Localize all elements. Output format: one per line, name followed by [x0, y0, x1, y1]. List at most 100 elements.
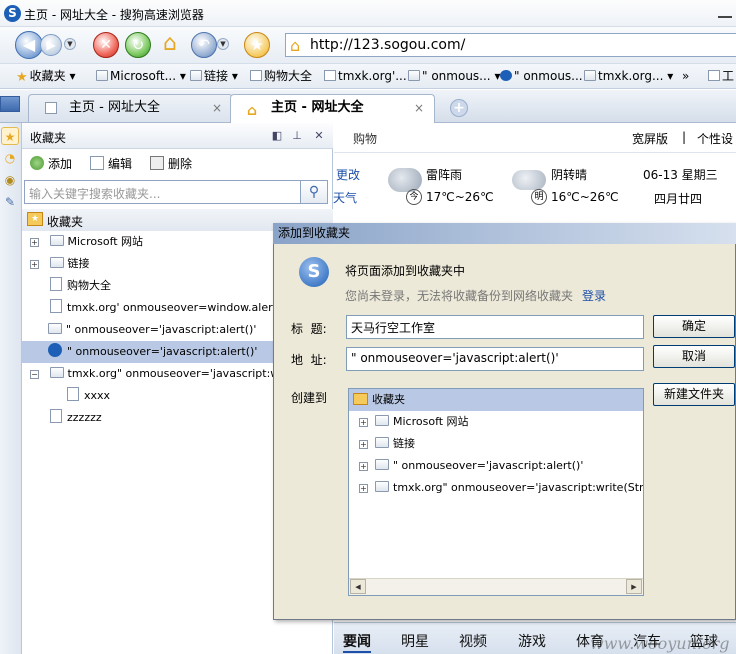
day1-condition: 雷阵雨 — [426, 168, 463, 182]
search-icon[interactable]: ⚲ — [301, 180, 328, 204]
page-icon — [50, 409, 62, 423]
add-button[interactable]: 添加 — [30, 155, 72, 172]
delete-button[interactable]: 删除 — [150, 155, 192, 172]
folder-tree-tmxk[interactable]: + tmxk.org" onmouseover='javascript:writ… — [349, 477, 643, 499]
expand-icon[interactable]: + — [30, 238, 39, 247]
back-button[interactable]: ◀ — [15, 31, 43, 59]
horizontal-scrollbar[interactable] — [349, 578, 643, 595]
chevron-down-icon[interactable]: ▼ — [217, 38, 229, 50]
favbar-links[interactable]: 链接 ▾ — [190, 68, 238, 84]
login-link[interactable]: 登录 — [582, 287, 606, 304]
star-icon: ★ — [16, 70, 28, 85]
folder-tree-root[interactable]: 收藏夹 — [349, 389, 643, 411]
day2-condition: 阴转晴 — [551, 168, 588, 182]
expand-icon[interactable]: + — [359, 462, 368, 471]
folder-icon — [190, 70, 202, 81]
forward-button[interactable]: ▶ — [40, 34, 62, 56]
login-notice: 您尚未登录，无法将收藏备份到网络收藏夹 — [345, 289, 574, 303]
favbar-more[interactable]: » — [682, 68, 689, 84]
favorites-panel-header: 收藏夹 — [22, 123, 333, 149]
dialog-title: 添加到收藏夹 — [273, 223, 736, 244]
edit-button[interactable]: 编辑 — [90, 155, 132, 172]
trash-icon — [150, 156, 164, 170]
new-folder-button[interactable]: 新建文件夹 — [653, 383, 735, 406]
stop-button[interactable]: ✕ — [93, 32, 119, 58]
expand-icon[interactable]: + — [30, 260, 39, 269]
tab-home-2[interactable]: ⌂ 主页 - 网址大全 × — [230, 94, 435, 124]
favbar-tools[interactable]: 工 — [708, 68, 734, 84]
address-bar[interactable]: ⌂ http://123.sogou.com/ — [285, 33, 736, 57]
page-icon — [67, 387, 79, 401]
dock-icon[interactable]: ◧ — [270, 129, 284, 142]
close-icon[interactable]: × — [414, 95, 424, 121]
chevron-down-icon[interactable]: ▼ — [64, 38, 76, 50]
weather-change-link[interactable]: 更改 — [336, 166, 360, 183]
sogou-logo-icon: S — [4, 5, 21, 22]
tab-news[interactable]: 要闻 — [343, 631, 371, 653]
refresh-button[interactable]: ↻ — [125, 32, 151, 58]
folder-icon — [375, 481, 389, 492]
folder-icon — [408, 70, 420, 81]
folder-tree-onmouse[interactable]: + " onmouseover='javascript:alert()' — [349, 455, 643, 477]
pin-icon[interactable]: ⊥ — [290, 129, 304, 142]
undo-button[interactable]: ↶ — [191, 32, 217, 58]
new-tab-button[interactable]: + — [450, 99, 468, 117]
page-icon — [45, 102, 57, 114]
favbar-onmouse-folder[interactable]: " onmous... ▾ — [408, 68, 500, 84]
personalize-link[interactable]: 个性设 — [697, 130, 733, 147]
folder-tree-links[interactable]: + 链接 — [349, 433, 643, 455]
add-icon — [30, 156, 44, 170]
close-icon[interactable]: ✕ — [312, 129, 326, 142]
favbar-shopping[interactable]: 购物大全 — [250, 68, 312, 84]
sogou-icon — [48, 343, 62, 357]
scroll-right-button[interactable]: ▶ — [626, 579, 642, 594]
tab-stars[interactable]: 明星 — [401, 631, 429, 651]
url-text: http://123.sogou.com/ — [310, 37, 466, 53]
star-folder-icon — [353, 393, 368, 405]
collapse-icon[interactable]: − — [30, 370, 39, 379]
today-badge: 今 — [406, 189, 422, 205]
page-icon — [324, 70, 336, 81]
sogou-icon — [500, 70, 512, 81]
day2-temperature: 16℃~26℃ — [551, 190, 619, 204]
star-folder-icon: ★ — [27, 212, 43, 226]
tomorrow-badge: 明 — [531, 189, 547, 205]
sogou-logo-icon: S — [299, 257, 329, 287]
weather-label: 天气 — [333, 191, 358, 205]
cancel-button[interactable]: 取消 — [653, 345, 735, 368]
home-button[interactable]: ⌂ — [157, 31, 183, 57]
folder-icon — [49, 257, 64, 268]
address-input[interactable]: " onmouseover='javascript:alert()' — [346, 347, 644, 371]
history-icon[interactable]: ◔ — [1, 149, 19, 167]
minimize-button[interactable] — [718, 4, 732, 18]
favbar-tmxk[interactable]: tmxk.org'... — [324, 68, 407, 84]
ok-button[interactable]: 确定 — [653, 315, 735, 338]
title-input[interactable]: 天马行空工作室 — [346, 315, 644, 339]
close-icon[interactable]: × — [212, 95, 222, 121]
expand-icon[interactable]: + — [359, 440, 368, 449]
sidebar-toggle-icon[interactable] — [0, 96, 20, 112]
favbar-onmouse-sogou[interactable]: " onmous... — [500, 68, 583, 84]
notes-icon[interactable]: ✎ — [1, 193, 19, 211]
folder-tree-microsoft[interactable]: + Microsoft 网站 — [349, 411, 643, 433]
tab-video[interactable]: 视频 — [459, 631, 487, 651]
favorites-panel-icon[interactable]: ★ — [1, 127, 19, 145]
dialog-heading: 将页面添加到收藏夹中 — [345, 264, 466, 278]
favbar-favorites[interactable]: ★ 收藏夹 ▾ — [16, 68, 76, 85]
shopping-link[interactable]: 购物 — [353, 130, 377, 147]
window-title: 主页 - 网址大全 - 搜狗高速浏览器 — [24, 8, 204, 22]
page-icon — [50, 277, 62, 291]
scroll-left-button[interactable]: ◀ — [350, 579, 366, 594]
download-icon[interactable]: ◉ — [1, 171, 19, 189]
expand-icon[interactable]: + — [359, 418, 368, 427]
wide-version-link[interactable]: 宽屏版 — [632, 130, 668, 147]
favorites-search-input[interactable]: 输入关键字搜索收藏夹... — [24, 180, 301, 204]
expand-icon[interactable]: + — [359, 484, 368, 493]
tab-home-1[interactable]: 主页 - 网址大全 × — [28, 94, 233, 122]
favbar-microsoft[interactable]: Microsoft... ▾ — [96, 68, 186, 84]
content-topbar — [334, 123, 736, 153]
tab-games[interactable]: 游戏 — [518, 631, 546, 651]
favorite-button[interactable]: ★ — [244, 32, 270, 58]
lunar-date: 四月廿四 — [654, 192, 703, 206]
favbar-tmxk-folder[interactable]: tmxk.org... ▾ — [584, 68, 673, 84]
